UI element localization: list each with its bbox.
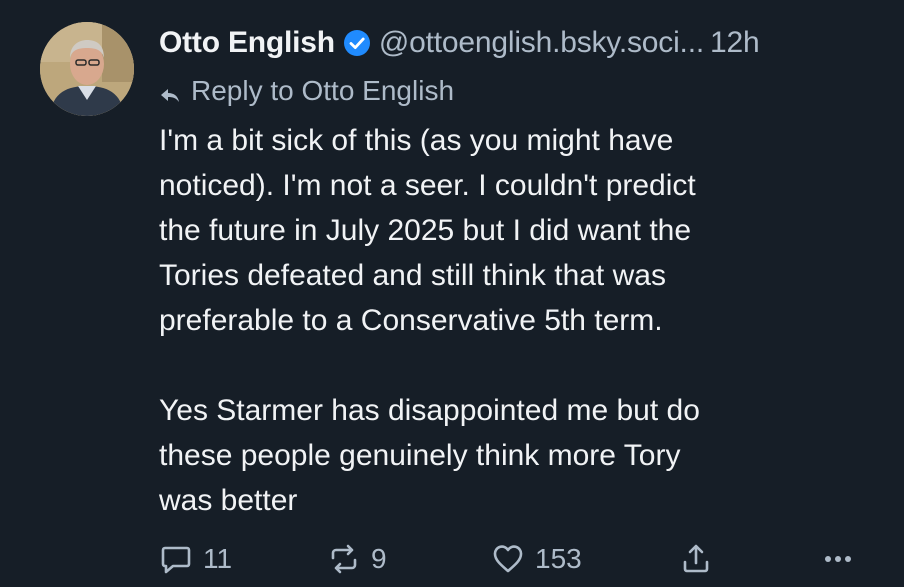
post-text: I'm a bit sick of this (as you might hav…: [159, 124, 700, 517]
repost-count: 9: [371, 543, 387, 574]
share-icon: [683, 544, 709, 573]
post-actions: 11 9 153: [159, 537, 859, 581]
share-button[interactable]: [679, 537, 723, 581]
heart-icon: [493, 545, 523, 573]
like-count: 153: [535, 543, 582, 574]
repost-button[interactable]: 9: [327, 537, 387, 581]
reply-arrow-icon: [159, 81, 181, 102]
more-options-button[interactable]: [821, 537, 865, 581]
post-header: Otto English @ottoenglish.bsky.soci... 1…: [159, 20, 760, 66]
avatar[interactable]: [40, 22, 134, 116]
reply-count: 11: [203, 543, 233, 574]
repost-icon: [331, 544, 357, 574]
like-button[interactable]: 153: [491, 537, 582, 581]
reply-to-indicator[interactable]: Reply to Otto English: [159, 72, 454, 110]
reply-button[interactable]: 11: [159, 537, 232, 581]
author-display-name[interactable]: Otto English: [159, 26, 335, 60]
verified-check-icon[interactable]: [343, 29, 371, 57]
speech-bubble-icon: [161, 546, 191, 574]
post: Otto English @ottoenglish.bsky.soci... 1…: [0, 0, 904, 587]
reply-to-label: Reply to Otto English: [191, 75, 455, 106]
author-handle[interactable]: @ottoenglish.bsky.soci...: [379, 26, 704, 60]
more-dots-icon: [825, 556, 851, 562]
post-timestamp[interactable]: 12h: [710, 26, 760, 60]
